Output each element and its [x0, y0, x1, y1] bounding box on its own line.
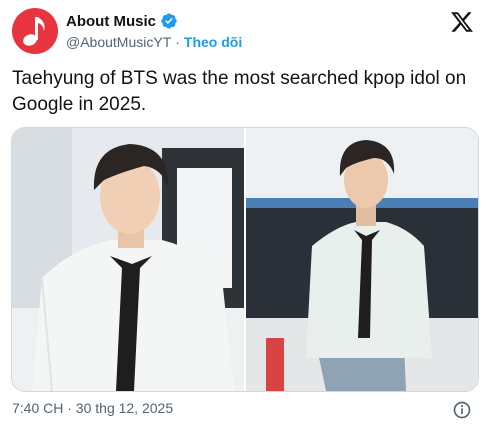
verified-badge-icon [161, 13, 177, 29]
tweet-text: Taehyung of BTS was the most searched kp… [12, 68, 467, 115]
handle-row: @AboutMusicYT · Theo dõi [66, 34, 242, 50]
media-grid [11, 127, 479, 392]
x-logo-icon[interactable] [450, 10, 474, 34]
account-handle[interactable]: @AboutMusicYT [66, 34, 171, 50]
tweet-header: About Music @AboutMusicYT · Theo dõi [12, 8, 476, 56]
photo-1[interactable] [12, 128, 244, 391]
follow-button[interactable]: Theo dõi [184, 34, 242, 50]
name-row: About Music [66, 12, 178, 30]
avatar[interactable] [12, 8, 58, 54]
timestamp[interactable]: 7:40 CH · 30 thg 12, 2025 [12, 400, 173, 416]
separator: · [175, 34, 180, 50]
tweet-footer: 7:40 CH · 30 thg 12, 2025 [12, 400, 476, 420]
photo-2[interactable] [246, 128, 478, 391]
music-note-icon [23, 17, 45, 46]
display-name[interactable]: About Music [66, 13, 156, 30]
info-icon[interactable] [452, 400, 472, 420]
